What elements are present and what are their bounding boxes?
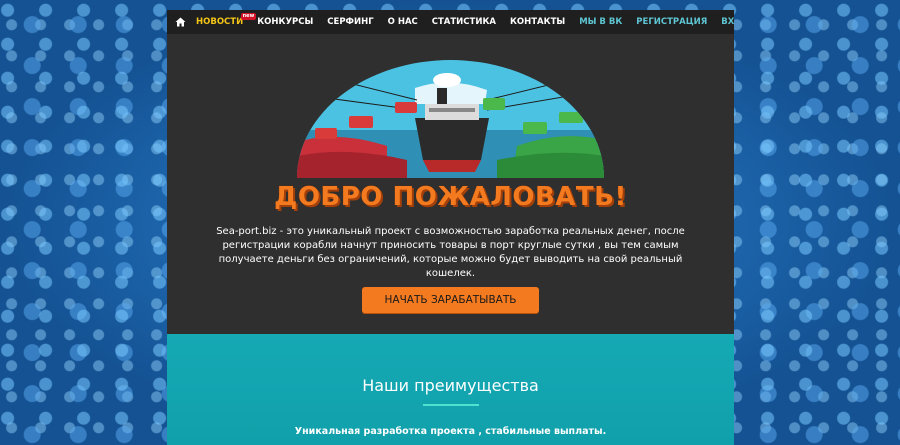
hero-section: ДОБРО ПОЖАЛОВАТЬ! Sea-port.biz - это уни… [167,34,734,334]
page-container: НОВОСТИ new КОНКУРСЫ СЕРФИНГ О НАС СТАТИ… [167,10,734,445]
port-illustration [297,60,604,178]
start-earning-button[interactable]: НАЧАТЬ ЗАРАБАТЫВАТЬ [362,287,539,313]
news-badge: new [240,13,257,20]
nav-auth: РЕГИСТРАЦИЯ ВХОД [636,17,734,27]
top-nav: НОВОСТИ new КОНКУРСЫ СЕРФИНГ О НАС СТАТИ… [167,10,734,34]
register-link[interactable]: РЕГИСТРАЦИЯ [636,17,707,27]
nav-item-surfing[interactable]: СЕРФИНГ [327,17,373,27]
hero-title: ДОБРО ПОЖАЛОВАТЬ! [274,182,627,212]
advantages-title: Наши преимущества [362,376,539,395]
nav-item-contests[interactable]: КОНКУРСЫ [257,17,313,27]
nav-item-contacts[interactable]: КОНТАКТЫ [510,17,565,27]
nav-item-news-label: НОВОСТИ [196,17,244,27]
nav-item-about[interactable]: О НАС [388,17,418,27]
nav-item-news[interactable]: НОВОСТИ new [196,13,257,27]
advantages-text: Уникальная разработка проекта , стабильн… [294,426,607,437]
nav-item-vk[interactable]: МЫ В ВК [579,17,622,27]
login-link[interactable]: ВХОД [721,17,734,27]
advantages-underline [423,404,479,406]
nav-item-statistics[interactable]: СТАТИСТИКА [432,17,496,27]
advantages-section: Наши преимущества Уникальная разработка … [167,334,734,445]
hero-description: Sea-port.biz - это уникальный проект с в… [216,226,685,279]
home-icon[interactable] [175,17,186,27]
